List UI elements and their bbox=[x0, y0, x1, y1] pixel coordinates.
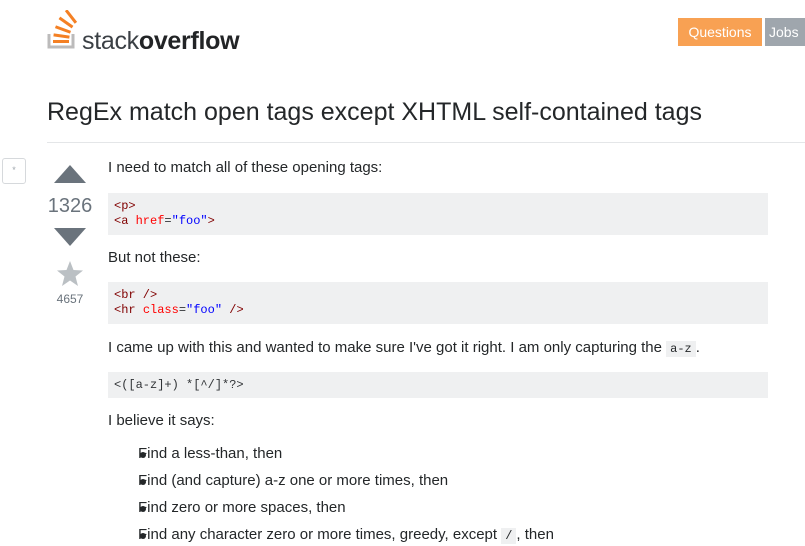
list-item-text: Find a less-than, then bbox=[138, 445, 283, 462]
list-item-text: Find zero or more spaces, then bbox=[138, 499, 346, 516]
vote-count: 1326 bbox=[47, 195, 93, 217]
list-item-text: Find (and capture) a-z one or more times… bbox=[138, 472, 449, 489]
code-line: <br /> bbox=[114, 288, 762, 303]
code-line: <p> bbox=[114, 199, 762, 214]
inline-code: / bbox=[501, 528, 517, 544]
jobs-button[interactable]: Jobs bbox=[765, 18, 805, 46]
regex-code: <([a-z]+) *[^/]*?> bbox=[114, 378, 244, 392]
upvote-icon[interactable] bbox=[54, 165, 86, 183]
logo-light-text: stack bbox=[82, 27, 139, 55]
code-block-opening-tags: <p> <a href="foo"> bbox=[108, 193, 768, 235]
code-line: <a href="foo"> bbox=[114, 214, 762, 229]
code-tag: <hr bbox=[114, 303, 143, 317]
code-block-regex: <([a-z]+) *[^/]*?> bbox=[108, 372, 768, 398]
code-tag: > bbox=[207, 214, 215, 228]
code-tag: <a bbox=[114, 214, 136, 228]
questions-button[interactable]: Questions bbox=[678, 18, 762, 46]
top-bar: stackoverflow Questions Jobs bbox=[0, 0, 805, 60]
list-item-text-end: , then bbox=[516, 526, 554, 543]
list-item-text: Find any character zero or more times, g… bbox=[138, 525, 554, 546]
side-toggle-button[interactable]: * bbox=[2, 158, 26, 184]
favorite-star-icon[interactable] bbox=[56, 260, 84, 288]
logo-bold-text: overflow bbox=[138, 27, 240, 55]
code-tag: <br /> bbox=[114, 288, 158, 302]
paragraph-text: I came up with this and wanted to make s… bbox=[108, 339, 662, 356]
question-title[interactable]: RegEx match open tags except XHTML self-… bbox=[47, 96, 787, 128]
code-block-self-closing-tags: <br /> <hr class="foo" /> bbox=[108, 282, 768, 324]
body-paragraph-1: I need to match all of these opening tag… bbox=[108, 159, 383, 176]
code-string: "foo" bbox=[186, 303, 223, 317]
list-item-text-main: Find any character zero or more times, g… bbox=[138, 526, 498, 543]
code-tag: <p> bbox=[114, 199, 136, 213]
favorite-count: 4657 bbox=[56, 292, 84, 306]
code-attr: href bbox=[135, 214, 165, 228]
stack-logo-icon bbox=[47, 10, 78, 49]
code-eq: = bbox=[164, 214, 172, 228]
code-tag: /> bbox=[222, 303, 244, 317]
body-paragraph-2: But not these: bbox=[108, 249, 201, 266]
code-string: "foo" bbox=[171, 214, 208, 228]
inline-code: a-z bbox=[666, 341, 696, 357]
code-eq: = bbox=[178, 303, 187, 317]
code-line: <hr class="foo" /> bbox=[114, 303, 762, 318]
code-attr: class bbox=[142, 303, 179, 317]
paragraph-end: . bbox=[695, 339, 700, 356]
logo-wordmark: stackoverflow bbox=[82, 26, 240, 56]
downvote-icon[interactable] bbox=[54, 228, 86, 246]
body-paragraph-3: I came up with this and wanted to make s… bbox=[108, 338, 700, 359]
title-divider bbox=[47, 142, 805, 143]
stackoverflow-logo[interactable]: stackoverflow bbox=[46, 10, 246, 55]
body-paragraph-4: I believe it says: bbox=[108, 412, 215, 429]
